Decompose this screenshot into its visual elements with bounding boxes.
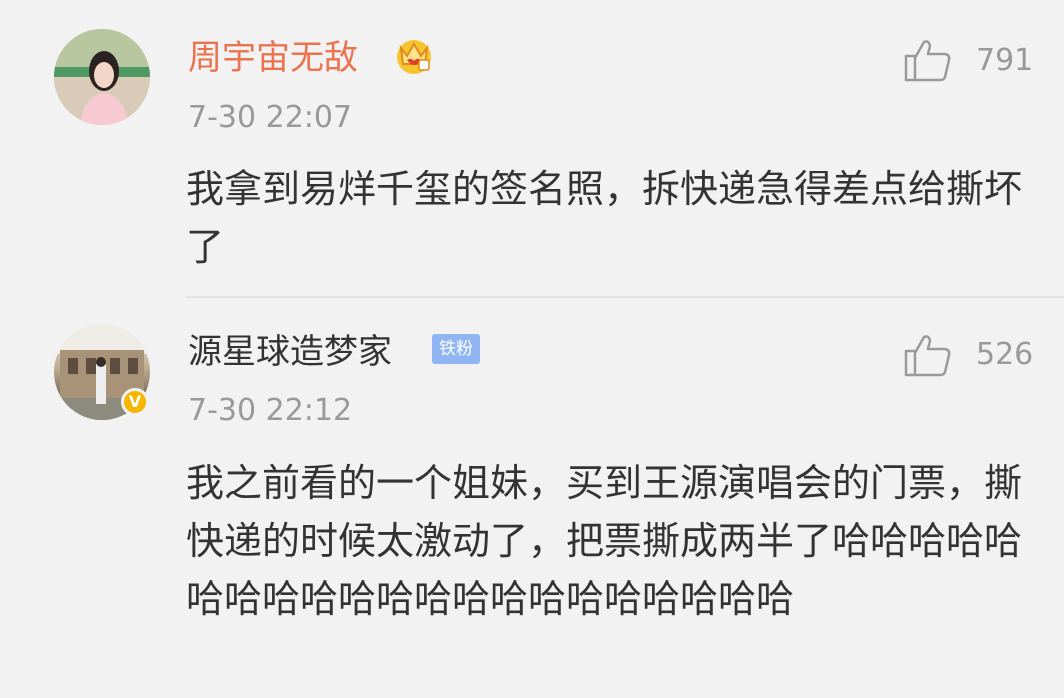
avatar[interactable] [54,324,150,420]
comment-text: 我之前看的一个姐妹，买到王源演唱会的门票，撕快递的时候太激动了，把票撕成两半了哈… [186,461,1023,621]
avatar[interactable] [54,29,150,125]
comment-time: 7-30 22:12 [188,393,353,428]
divider [186,296,1064,298]
avatar-image [54,324,150,420]
comment-text: 我拿到易烊千玺的签名照，拆快递急得差点给撕坏了 [186,167,1023,269]
username[interactable]: 周宇宙无敌 [188,38,358,78]
crown-badge-icon[interactable] [393,34,435,76]
like-count: 791 [976,43,1034,78]
username[interactable]: 源星球造梦家 [188,332,392,372]
fan-level-tag[interactable]: 铁粉 [432,334,480,364]
avatar-image [54,29,150,125]
verified-badge-icon: V [121,388,149,416]
comment-item: 周宇宙无敌 7-30 22:07 我拿到易烊千玺的签名照，拆快递急得差点给撕坏了… [0,0,1064,296]
comment-time: 7-30 22:07 [188,100,353,135]
thumbs-up-icon[interactable] [904,38,952,82]
like-count: 526 [976,337,1034,372]
thumbs-up-icon[interactable] [904,333,952,377]
